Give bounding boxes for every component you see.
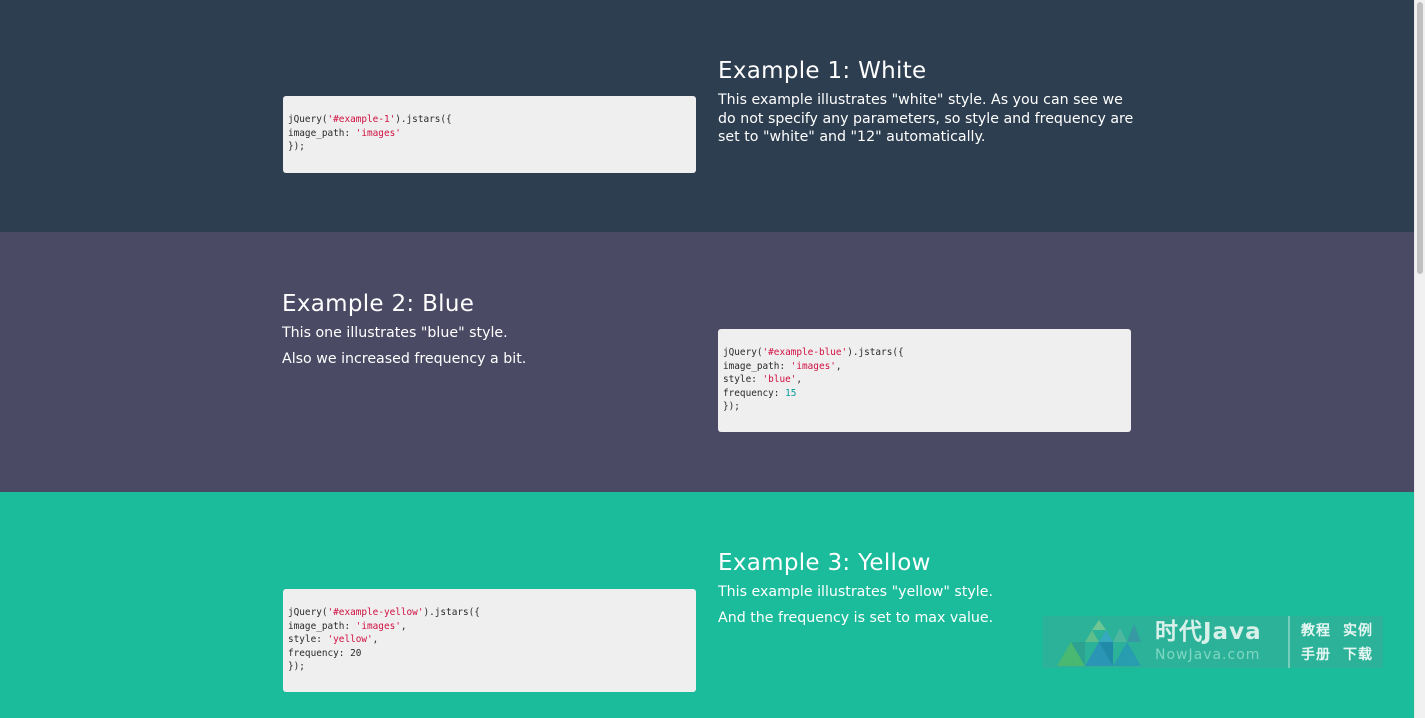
example-1-code-block: jQuery('#example-1').jstars({ image_path… bbox=[283, 96, 696, 173]
nowjava-watermark-link[interactable]: 时代Java NowJava.com 教程 实例 手册 下载 bbox=[1043, 616, 1383, 668]
watermark-domain: NowJava.com bbox=[1155, 647, 1261, 663]
watermark-link-manual[interactable]: 手册 bbox=[1301, 646, 1331, 664]
triangle-logo-icon bbox=[1057, 620, 1141, 666]
example-1-description: This example illustrates "white" style. … bbox=[718, 92, 1134, 146]
watermark-link-download[interactable]: 下载 bbox=[1343, 646, 1373, 664]
page: jQuery('#example-1').jstars({ image_path… bbox=[0, 0, 1414, 718]
vertical-scrollbar[interactable] bbox=[1414, 0, 1425, 718]
scrollbar-thumb[interactable] bbox=[1417, 2, 1423, 274]
example-3-title: Example 3: Yellow bbox=[718, 550, 931, 576]
example-3-description-2: And the frequency is set to max value. bbox=[718, 610, 994, 626]
watermark-link-examples[interactable]: 实例 bbox=[1343, 622, 1373, 640]
example-2-description-2: Also we increased frequency a bit. bbox=[282, 351, 527, 367]
example-1-section: jQuery('#example-1').jstars({ image_path… bbox=[0, 0, 1414, 232]
watermark-link-tutorial[interactable]: 教程 bbox=[1301, 622, 1331, 640]
watermark-divider bbox=[1288, 616, 1290, 668]
example-3-section: jQuery('#example-yellow').jstars({ image… bbox=[0, 492, 1414, 718]
example-3-description-1: This example illustrates "yellow" style. bbox=[718, 584, 993, 600]
watermark-brand: 时代Java bbox=[1155, 619, 1262, 645]
example-3-code-block: jQuery('#example-yellow').jstars({ image… bbox=[283, 589, 696, 692]
example-2-title: Example 2: Blue bbox=[282, 291, 475, 317]
example-2-description-1: This one illustrates "blue" style. bbox=[282, 325, 508, 341]
example-2-code-block: jQuery('#example-blue').jstars({ image_p… bbox=[718, 329, 1131, 432]
example-2-section: Example 2: Blue This one illustrates "bl… bbox=[0, 232, 1414, 492]
example-1-title: Example 1: White bbox=[718, 58, 927, 84]
